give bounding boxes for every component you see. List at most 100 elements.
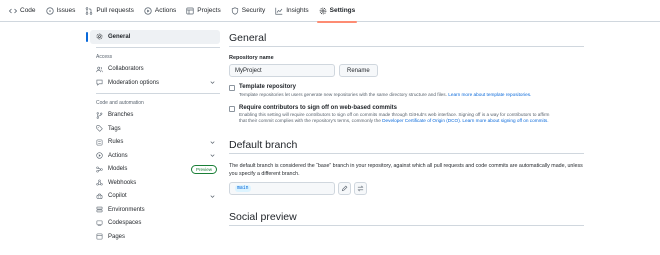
tag-icon bbox=[96, 125, 103, 132]
chevron-down-icon bbox=[210, 140, 215, 144]
repo-name-label: Repository name bbox=[229, 55, 274, 61]
sidebar-item-label: Codespaces bbox=[108, 220, 142, 227]
tab-label: Code bbox=[20, 7, 36, 14]
people-icon bbox=[96, 66, 103, 73]
tab-label: Pull requests bbox=[96, 7, 134, 14]
switch-branch-button[interactable] bbox=[354, 182, 367, 195]
section-title-social-preview: Social preview bbox=[229, 209, 584, 226]
template-desc-text: Template repositories let users generate… bbox=[239, 91, 447, 97]
chevron-down-icon bbox=[210, 194, 215, 198]
signoff-setting: Require contributors to sign off on web-… bbox=[229, 105, 584, 125]
comment-icon bbox=[96, 79, 103, 86]
tab-label: Issues bbox=[56, 7, 76, 14]
tab-label: Actions bbox=[154, 7, 177, 14]
sidebar-item-label: Webhooks bbox=[108, 179, 137, 186]
sidebar-item-models[interactable]: Models Preview bbox=[90, 163, 220, 177]
branch-name: main bbox=[235, 185, 251, 192]
chevron-down-icon bbox=[210, 154, 215, 157]
tab-security[interactable]: Security bbox=[226, 0, 270, 22]
signoff-learn-more-link[interactable]: Learn more about signing off on commits. bbox=[462, 118, 548, 123]
preview-badge: Preview bbox=[190, 165, 217, 174]
sidebar-item-label: Rules bbox=[108, 139, 124, 146]
sidebar-item-moderation[interactable]: Moderation options bbox=[90, 76, 220, 90]
rename-button[interactable]: Rename bbox=[339, 64, 378, 77]
tab-label: Insights bbox=[286, 7, 309, 14]
sidebar-item-label: Models bbox=[108, 166, 128, 173]
sidebar-item-label: Pages bbox=[108, 233, 126, 240]
sidebar-item-branches[interactable]: Branches bbox=[90, 109, 220, 123]
sidebar-item-label: Environments bbox=[108, 206, 145, 213]
default-branch-description: The default branch is considered the “ba… bbox=[229, 163, 583, 177]
signoff-title: Require contributors to sign off on web-… bbox=[239, 104, 398, 111]
sidebar-item-pages[interactable]: Pages bbox=[90, 230, 220, 244]
table-icon bbox=[186, 7, 194, 15]
default-branch-field: main bbox=[229, 182, 335, 195]
tab-label: Projects bbox=[197, 7, 221, 14]
browser-icon bbox=[96, 233, 103, 240]
template-setting: Template repository Template repositorie… bbox=[229, 84, 584, 98]
repo-name-input[interactable]: MyProject bbox=[229, 64, 335, 77]
edit-branch-button[interactable] bbox=[338, 182, 351, 195]
signoff-description: Enabling this setting will require contr… bbox=[239, 112, 557, 124]
branch-icon bbox=[96, 111, 103, 119]
repo-name-row: MyProject Rename bbox=[229, 64, 584, 77]
sidebar-item-label: Tags bbox=[108, 125, 121, 132]
models-icon bbox=[96, 166, 103, 173]
sidebar-item-label: Actions bbox=[108, 152, 128, 159]
tab-actions[interactable]: Actions bbox=[139, 0, 181, 22]
sidebar-item-copilot[interactable]: Copilot bbox=[90, 190, 220, 204]
rules-icon bbox=[96, 139, 103, 146]
sidebar-item-label: Copilot bbox=[108, 193, 127, 200]
tab-insights[interactable]: Insights bbox=[270, 0, 313, 22]
tab-issues[interactable]: Issues bbox=[41, 0, 81, 22]
dco-link[interactable]: Developer Certificate of Origin (DCO). bbox=[382, 118, 461, 123]
signoff-checkbox[interactable] bbox=[229, 105, 235, 112]
play-icon bbox=[96, 152, 103, 159]
sidebar-item-environments[interactable]: Environments bbox=[90, 203, 220, 217]
template-checkbox[interactable] bbox=[229, 85, 235, 91]
sidebar-divider bbox=[96, 46, 220, 48]
tab-settings[interactable]: Settings bbox=[314, 0, 361, 23]
sidebar-item-codespaces[interactable]: Codespaces bbox=[90, 217, 220, 231]
webhook-icon bbox=[96, 179, 103, 186]
settings-sidebar: General Access Collaborators Moderation … bbox=[86, 30, 220, 244]
arrow-switch-icon bbox=[357, 185, 364, 192]
default-branch-row: main bbox=[229, 182, 584, 195]
tab-pull-requests[interactable]: Pull requests bbox=[80, 0, 139, 22]
template-description: Template repositories let users generate… bbox=[239, 92, 531, 98]
sidebar-divider bbox=[96, 92, 220, 94]
sidebar-item-label: Moderation options bbox=[108, 79, 160, 86]
graph-icon bbox=[275, 7, 283, 15]
sidebar-item-collaborators[interactable]: Collaborators bbox=[90, 63, 220, 77]
section-title-default-branch: Default branch bbox=[229, 137, 584, 154]
pencil-icon bbox=[341, 185, 348, 192]
gear-icon bbox=[319, 7, 327, 15]
code-icon bbox=[9, 7, 17, 15]
sidebar-item-label: General bbox=[108, 33, 131, 40]
copilot-icon bbox=[96, 193, 103, 200]
issue-icon bbox=[45, 6, 54, 15]
sidebar-item-actions[interactable]: Actions bbox=[90, 149, 220, 163]
shield-icon bbox=[231, 6, 239, 15]
gear-icon bbox=[96, 33, 103, 40]
sidebar-item-webhooks[interactable]: Webhooks bbox=[90, 176, 220, 190]
sidebar-heading-code: Code and automation bbox=[96, 99, 144, 106]
sidebar-item-rules[interactable]: Rules bbox=[90, 136, 220, 150]
settings-main: General Repository name MyProject Rename… bbox=[229, 30, 584, 226]
server-icon bbox=[96, 206, 103, 213]
repo-nav: Code Issues Pull requests Actions Projec… bbox=[0, 0, 660, 23]
chevron-down-icon bbox=[210, 81, 215, 84]
template-learn-more-link[interactable]: Learn more about template repositories. bbox=[448, 92, 531, 97]
sidebar-item-label: Collaborators bbox=[108, 66, 144, 73]
play-icon bbox=[144, 6, 152, 15]
tab-label: Security bbox=[241, 7, 266, 14]
pull-request-icon bbox=[85, 6, 93, 15]
tab-label: Settings bbox=[329, 7, 356, 14]
section-title-general: General bbox=[229, 30, 584, 47]
sidebar-item-tags[interactable]: Tags bbox=[90, 122, 220, 136]
tab-code[interactable]: Code bbox=[4, 0, 41, 22]
tab-projects[interactable]: Projects bbox=[181, 0, 225, 22]
codespaces-icon bbox=[96, 220, 103, 227]
sidebar-heading-access: Access bbox=[96, 53, 113, 60]
sidebar-item-general[interactable]: General bbox=[86, 30, 220, 44]
